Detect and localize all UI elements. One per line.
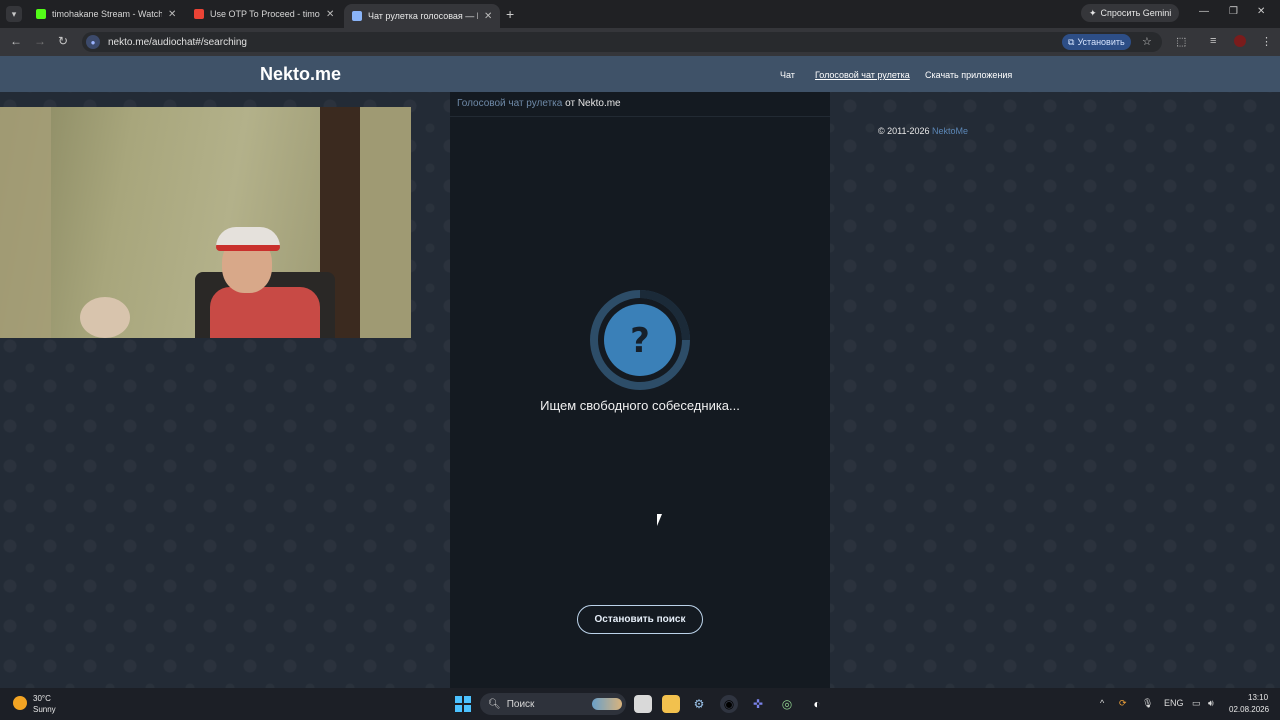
reload-icon[interactable]: ↻: [58, 34, 68, 48]
extensions-icon[interactable]: ⬚: [1176, 35, 1186, 48]
breadcrumb: Голосовой чат рулетка от Nekto.me: [450, 92, 830, 117]
taskbar-search[interactable]: 🔍︎ Поиск: [480, 693, 626, 715]
nav-chat-link[interactable]: Чат: [780, 70, 795, 80]
clock-date[interactable]: 02.08.2026: [1229, 705, 1269, 714]
gemini-label: Спросить Gemini: [1100, 8, 1172, 18]
close-tab-icon[interactable]: ✕: [168, 9, 176, 20]
tab-nekto[interactable]: Чат рулетка голосовая — Н ✕: [344, 4, 501, 28]
gemini-icon: ✦: [1089, 7, 1097, 18]
install-icon: ⧉: [1068, 36, 1075, 47]
search-placeholder: Поиск: [506, 698, 535, 710]
site-header: Nekto.me Чат Голосовой чат рулетка Скача…: [0, 56, 1280, 92]
network-icon[interactable]: ▭: [1192, 698, 1201, 709]
search-highlight-image: [592, 698, 622, 710]
nav-download-apps-link[interactable]: Скачать приложения: [925, 70, 1012, 80]
kick-favicon-icon: [36, 9, 46, 19]
tab-gmail[interactable]: Use OTP To Proceed - timohais ✕: [186, 4, 342, 24]
volume-icon[interactable]: 🔊︎: [1208, 698, 1214, 709]
steam-icon[interactable]: ⚙: [690, 695, 708, 713]
question-mark: ?: [630, 321, 650, 361]
microphone-icon[interactable]: 🎙︎: [1142, 698, 1153, 709]
chat-panel: Голосовой чат рулетка от Nekto.me ? Ищем…: [450, 92, 830, 688]
install-app-button[interactable]: ⧉ Установить: [1062, 34, 1131, 50]
tab-title: Use OTP To Proceed - timohais: [210, 9, 320, 19]
breadcrumb-text: от Nekto.me: [565, 98, 621, 109]
tray-overflow-icon[interactable]: ^: [1100, 698, 1104, 708]
sun-icon[interactable]: [13, 696, 27, 710]
tab-title: Чат рулетка голосовая — Н: [368, 11, 478, 21]
searching-status: Ищем свободного собеседника...: [540, 398, 740, 413]
local-camera-preview: [0, 107, 411, 338]
profile-avatar[interactable]: [1234, 35, 1246, 47]
media-controls-icon[interactable]: ≡: [1210, 35, 1216, 47]
close-tab-icon[interactable]: ✕: [326, 9, 334, 20]
language-indicator[interactable]: ENG: [1164, 698, 1184, 708]
teams-icon[interactable]: ✜: [749, 695, 767, 713]
site-info-icon[interactable]: ●: [86, 35, 100, 49]
stop-search-button[interactable]: Остановить поиск: [577, 605, 703, 634]
page-content: Nekto.me Чат Голосовой чат рулетка Скача…: [0, 56, 1280, 688]
chrome-icon[interactable]: ◉: [720, 695, 738, 713]
sync-icon[interactable]: ⟳: [1119, 698, 1127, 709]
site-logo[interactable]: Nekto.me: [260, 64, 341, 85]
minimize-icon[interactable]: —: [1199, 6, 1209, 17]
xbox-icon[interactable]: ◎: [778, 695, 796, 713]
gmail-favicon-icon: [194, 9, 204, 19]
task-view-icon[interactable]: [634, 695, 652, 713]
back-icon[interactable]: ←: [10, 34, 22, 48]
address-bar[interactable]: ● nekto.me/audiochat#/searching: [82, 32, 1162, 52]
new-tab-button[interactable]: +: [506, 6, 514, 22]
nav-voice-chat-link[interactable]: Голосовой чат рулетка: [815, 70, 910, 80]
close-window-icon[interactable]: ✕: [1257, 6, 1265, 17]
breadcrumb-link[interactable]: Голосовой чат рулетка: [457, 98, 562, 109]
weather-description[interactable]: Sunny: [33, 705, 56, 714]
more-menu-icon[interactable]: ⋮: [1261, 35, 1272, 48]
weather-temperature[interactable]: 30°C: [33, 694, 51, 703]
maximize-icon[interactable]: ❐: [1229, 6, 1238, 17]
url-text[interactable]: nekto.me/audiochat#/searching: [108, 37, 247, 48]
search-icon: 🔍︎: [488, 698, 501, 710]
copyright-link[interactable]: NektoMe: [932, 126, 968, 136]
tab-title: timohakane Stream - Watch Liv: [52, 9, 162, 19]
gemini-button[interactable]: ✦ Спросить Gemini: [1081, 4, 1180, 22]
start-button-icon[interactable]: [455, 696, 471, 712]
forward-icon[interactable]: →: [34, 34, 46, 48]
tab-kick[interactable]: timohakane Stream - Watch Liv ✕: [28, 4, 184, 24]
mouse-cursor-icon: [657, 514, 662, 526]
file-explorer-icon[interactable]: [662, 695, 680, 713]
clock-time[interactable]: 13:10: [1248, 693, 1268, 702]
copyright-text: © 2011-2026: [878, 126, 930, 136]
close-tab-icon[interactable]: ✕: [484, 11, 492, 22]
install-label: Установить: [1077, 37, 1125, 47]
nekto-favicon-icon: [352, 11, 362, 21]
copyright: © 2011-2026 NektoMe: [878, 126, 968, 136]
bookmark-star-icon[interactable]: ☆: [1142, 35, 1152, 48]
tab-search-icon[interactable]: ▾: [6, 6, 22, 22]
obs-icon[interactable]: ◐: [808, 695, 826, 713]
searching-spinner-icon: ?: [590, 290, 690, 390]
